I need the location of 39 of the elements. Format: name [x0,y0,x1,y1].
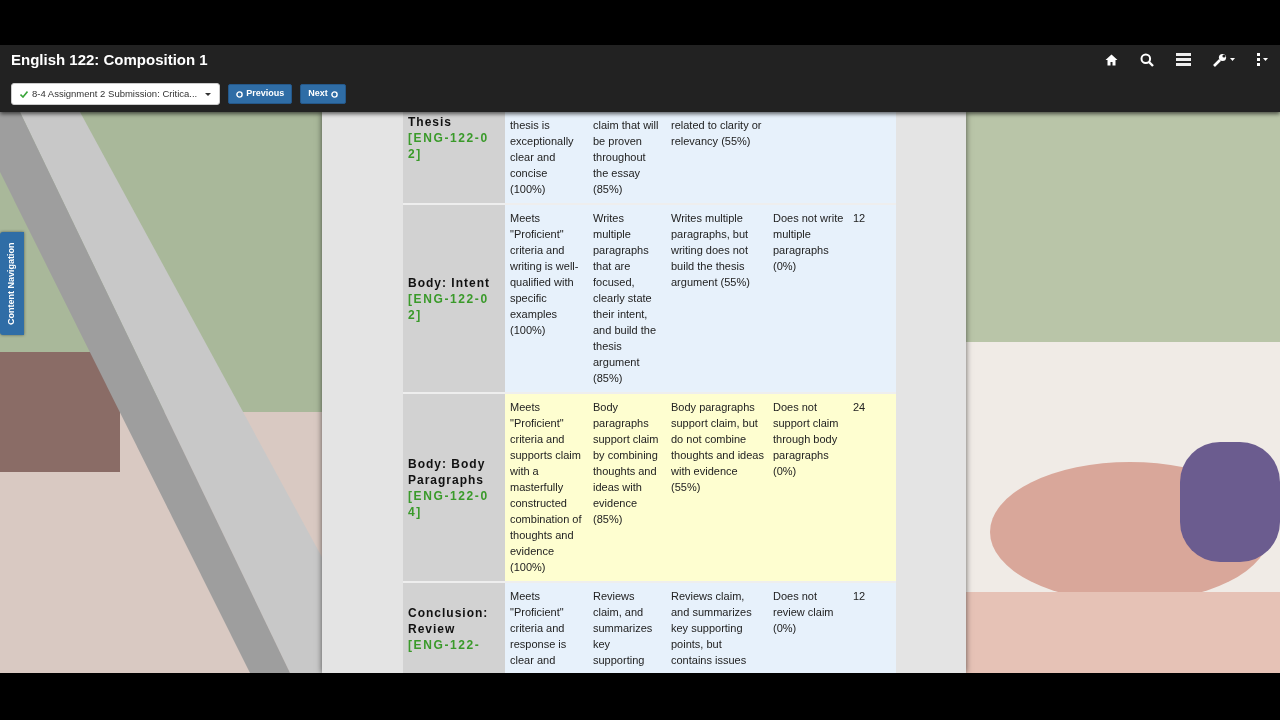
assignment-dropdown[interactable]: 8-4 Assignment 2 Submission: Critica... [11,83,221,105]
table-cell: claim that will be proven throughout the essay (85%) [588,112,666,205]
criterion-name: Body: Body Paragraphs [408,455,487,488]
table-cell: Reviews claim, and summarizes key supporting points, but contains issues [666,583,768,673]
circle-icon [236,90,244,98]
outcome-code: [ENG-122-04] [408,487,490,520]
table-cell: related to clarity or relevancy (55%) [666,112,768,205]
search-icon[interactable] [1140,52,1154,67]
outcome-code: [ENG-122- [408,636,482,653]
outcome-code: [ENG-122-02] [408,290,490,323]
table-cell: Writes multiple paragraphs, but writing does not build the thesis argument (55%) [666,205,768,394]
table-cell: thesis is exceptionally clear and concise (100%) [505,112,588,205]
table-cell: Body paragraphs support claim, but do not combine thoughts and ideas with evidence (55%) [666,394,768,583]
table-cell: Meets "Proficient" criteria and supports claim with a masterfully constructed combination of thoughts and evidence (100%) [505,394,588,583]
next-button[interactable]: Next [300,84,346,104]
table-cell: Meets "Proficient" criteria and response is clear and [505,583,588,673]
criterion-name: Thesis [408,114,453,130]
table-cell: Reviews claim, and summarizes key supporting [588,583,666,673]
table-cell: Does not support claim through body paragraphs (0%) [768,394,848,583]
home-icon[interactable] [1105,53,1118,66]
table-cell: Body paragraphs support claim by combining thoughts and ideas with evidence (85%) [588,394,666,583]
criterion-name: Body: Intent [408,274,491,291]
course-title: English 122: Composition 1 [11,50,208,69]
table-cell: 24 [848,394,896,583]
table-cell: 12 [848,205,896,394]
list-icon[interactable] [1176,53,1191,66]
previous-button[interactable]: Previous [228,84,293,104]
caret-icon [205,92,212,96]
table-cell: Does not write multiple paragraphs (0%) [768,205,848,394]
table-cell: Meets "Proficient" criteria and writing is well-qualified with specific examples (100%) [505,205,588,394]
table-cell: Does not review claim (0%) [768,583,848,673]
criterion-name: Conclusion: Review [408,604,490,637]
content-navigation-tab[interactable]: Content Navigation [0,232,24,335]
table-cell: Writes multiple paragraphs that are focused, clearly state their intent, and build the thesis argument (85%) [588,205,666,394]
table-cell: 12 [848,583,896,673]
more-menu-icon[interactable] [1257,53,1268,66]
circle-icon [330,90,338,98]
wrench-menu-icon[interactable] [1213,52,1235,67]
outcome-code: [ENG-122-02] [408,130,490,162]
